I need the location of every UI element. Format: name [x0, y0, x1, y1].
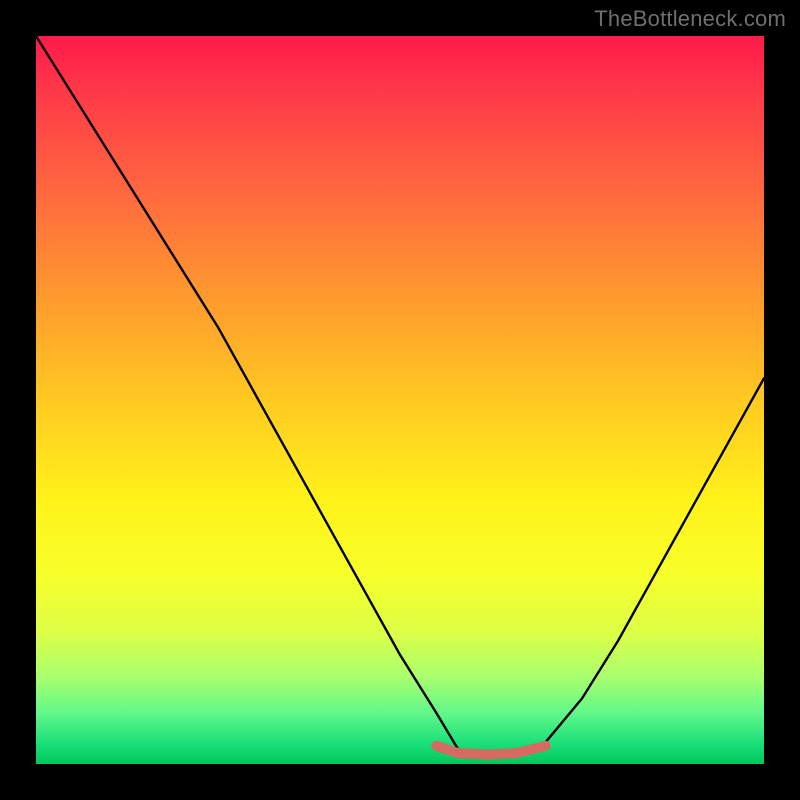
chart-svg — [36, 36, 764, 764]
bottleneck-curve-line — [36, 36, 764, 757]
optimal-band-line — [436, 746, 545, 755]
watermark-text: TheBottleneck.com — [594, 6, 786, 32]
chart-frame: TheBottleneck.com — [0, 0, 800, 800]
chart-plot-area — [36, 36, 764, 764]
